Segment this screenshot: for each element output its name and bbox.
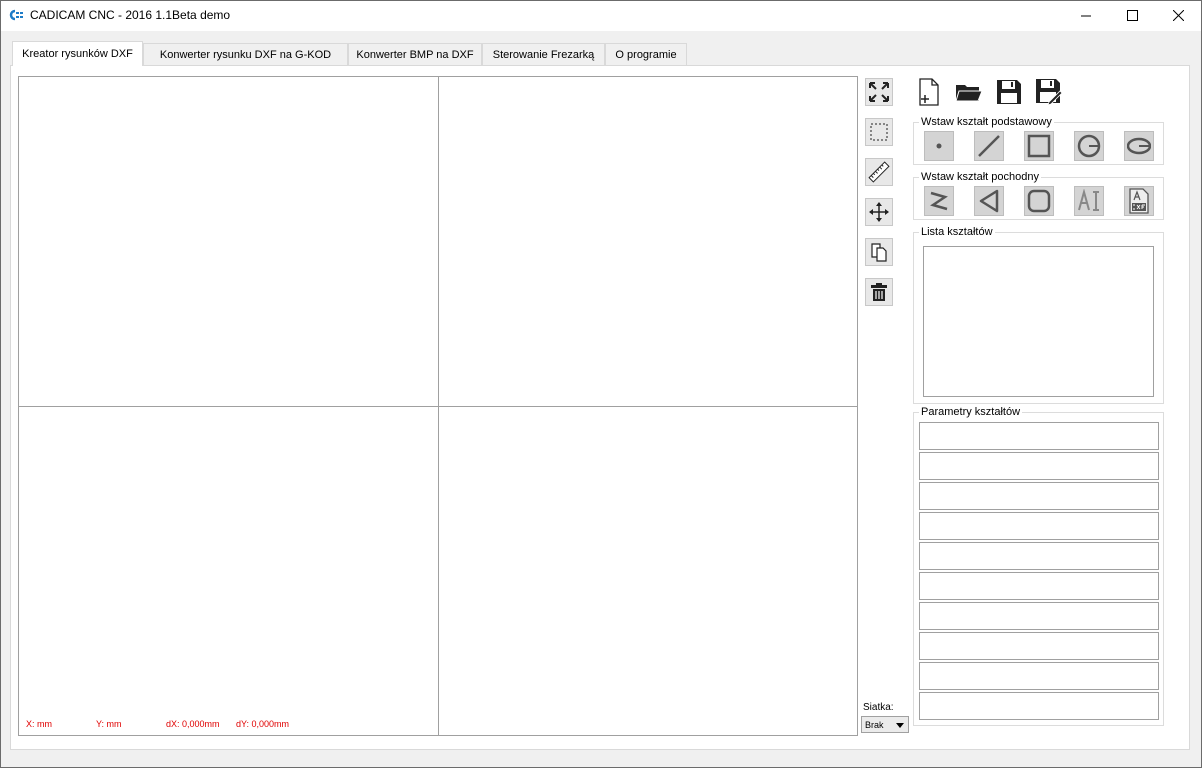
param-field[interactable] (919, 602, 1159, 630)
triangle-icon (979, 189, 999, 213)
fit-view-button[interactable] (865, 78, 893, 106)
grid-label: Siatka: (863, 702, 894, 713)
param-field[interactable] (919, 452, 1159, 480)
text-icon (1078, 189, 1099, 211)
save-icon (997, 80, 1021, 104)
line-icon (978, 135, 1000, 157)
save-button[interactable] (994, 77, 1024, 107)
param-field[interactable] (919, 422, 1159, 450)
chevron-down-icon (896, 723, 904, 728)
app-logo-icon (8, 9, 24, 21)
param-field[interactable] (919, 482, 1159, 510)
tab-dxf-to-gcode[interactable]: Konwerter rysunku DXF na G-KOD (143, 43, 348, 65)
dxf-import-icon (1129, 188, 1149, 214)
maximize-icon (1126, 10, 1138, 21)
measure-ruler-icon (868, 161, 890, 183)
polyline-icon (930, 191, 948, 211)
insert-triangle-button[interactable] (974, 186, 1004, 216)
grid-select-value: Brak (865, 719, 884, 730)
move-button[interactable] (865, 198, 893, 226)
param-field[interactable] (919, 572, 1159, 600)
new-file-button[interactable] (914, 77, 944, 107)
tab-bmp-to-dxf[interactable]: Konwerter BMP na DXF (348, 43, 482, 65)
shape-list-title: Lista kształtów (919, 226, 995, 238)
param-field[interactable] (919, 512, 1159, 540)
new-file-icon (919, 78, 939, 106)
shape-listbox[interactable] (923, 246, 1154, 397)
insert-line-button[interactable] (974, 131, 1004, 161)
rectangle-icon (1027, 134, 1051, 158)
move-icon (869, 202, 889, 222)
basic-shapes-title: Wstaw kształt podstawowy (919, 116, 1054, 128)
shape-params-title: Parametry kształtów (919, 406, 1023, 418)
delete-icon (871, 283, 887, 301)
minimize-button[interactable] (1063, 0, 1109, 31)
insert-ellipse-button[interactable] (1124, 131, 1154, 161)
y-coordinate: Y: mm (96, 719, 122, 729)
select-area-icon (870, 123, 888, 141)
tab-about[interactable]: O programie (605, 43, 687, 65)
ellipse-icon (1127, 137, 1151, 155)
param-field[interactable] (919, 662, 1159, 690)
maximize-button[interactable] (1109, 0, 1155, 31)
insert-rounded-rectangle-button[interactable] (1024, 186, 1054, 216)
dx-coordinate: dX: 0,000mm (166, 719, 220, 729)
x-coordinate: X: mm (26, 719, 52, 729)
insert-circle-button[interactable] (1074, 131, 1104, 161)
tab-machine-control[interactable]: Sterowanie Frezarką (482, 43, 605, 65)
save-as-button[interactable] (1034, 77, 1064, 107)
param-field[interactable] (919, 692, 1159, 720)
measure-button[interactable] (865, 158, 893, 186)
open-file-button[interactable] (954, 77, 984, 107)
fit-view-icon (869, 82, 889, 102)
param-field[interactable] (919, 542, 1159, 570)
insert-text-button[interactable] (1074, 186, 1104, 216)
open-folder-icon (955, 85, 983, 102)
viewport-divider-horizontal (19, 406, 857, 407)
minimize-icon (1081, 15, 1091, 16)
copy-icon (871, 243, 887, 262)
insert-point-button[interactable] (924, 131, 954, 161)
circle-icon (1077, 134, 1101, 158)
derived-shapes-title: Wstaw kształt pochodny (919, 171, 1041, 183)
rounded-rectangle-icon (1027, 189, 1051, 213)
insert-polyline-button[interactable] (924, 186, 954, 216)
close-button[interactable] (1155, 0, 1201, 31)
copy-button[interactable] (865, 238, 893, 266)
import-dxf-button[interactable] (1124, 186, 1154, 216)
dy-coordinate: dY: 0,000mm (236, 719, 290, 729)
tab-dxf-creator[interactable]: Kreator rysunków DXF (12, 41, 143, 66)
grid-select[interactable]: Brak (861, 716, 909, 733)
delete-button[interactable] (865, 278, 893, 306)
select-area-button[interactable] (865, 118, 893, 146)
point-icon (936, 143, 942, 149)
save-as-icon (1036, 79, 1063, 106)
close-icon (1172, 10, 1184, 21)
insert-rectangle-button[interactable] (1024, 131, 1054, 161)
window-title: CADICAM CNC - 2016 1.1Beta demo (30, 8, 231, 22)
param-field[interactable] (919, 632, 1159, 660)
